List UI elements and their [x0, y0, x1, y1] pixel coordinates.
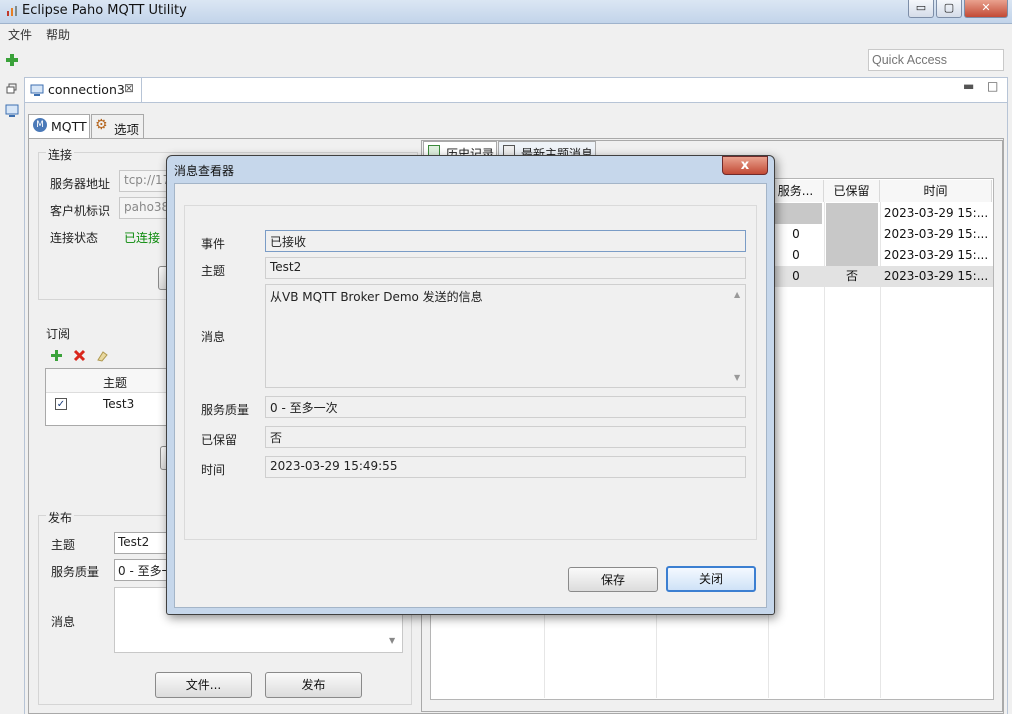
tab-mqtt[interactable]: M MQTT [28, 114, 90, 138]
publish-button[interactable]: 发布 [265, 672, 362, 698]
connection-group-title: 连接 [46, 146, 75, 163]
cell-retained [826, 245, 878, 266]
cell-retained [826, 224, 878, 245]
window-title: Eclipse Paho MQTT Utility [22, 3, 187, 18]
restore-icon[interactable] [4, 81, 20, 97]
event-label: 事件 [201, 237, 226, 251]
dialog-topic-field[interactable]: Test2 [265, 257, 746, 279]
cell-qos [770, 203, 822, 224]
gear-icon: ⚙ [95, 117, 108, 133]
dialog-message-field[interactable]: 从VB MQTT Broker Demo 发送的信息 [265, 284, 746, 388]
app-icon [7, 6, 17, 16]
minimize-button[interactable]: ▭ [908, 0, 934, 18]
close-icon: ✕ [981, 1, 991, 14]
file-button[interactable]: 文件... [155, 672, 252, 698]
dialog-retained-field[interactable]: 否 [265, 426, 746, 448]
dialog-qos-field[interactable]: 0 - 至多一次 [265, 396, 746, 418]
menu-bar [0, 24, 1012, 44]
event-field[interactable]: 已接收 [265, 230, 746, 252]
publish-message-label: 消息 [51, 615, 76, 629]
remove-subscription-icon[interactable] [73, 349, 86, 362]
subscription-header-topic: 主题 [103, 376, 128, 390]
cell-time: 2023-03-29 15:... [883, 206, 989, 220]
dialog-time-field[interactable]: 2023-03-29 15:49:55 [265, 456, 746, 478]
header-qos[interactable]: 服务... [768, 180, 824, 202]
cell-qos: 0 [792, 269, 800, 283]
cell-qos: 0 [792, 248, 800, 262]
menu-file[interactable]: 文件 [8, 26, 32, 43]
dialog-retained-label: 已保留 [201, 433, 238, 447]
connection-icon [30, 84, 44, 96]
cell-time: 2023-03-29 15:... [883, 248, 989, 262]
close-icon: x [740, 158, 750, 173]
header-time[interactable]: 时间 [880, 180, 992, 202]
tab-options[interactable]: ⚙ 选项 [91, 114, 144, 138]
dialog-qos-label: 服务质量 [201, 403, 250, 417]
scroll-down-icon[interactable]: ▼ [734, 373, 740, 382]
header-retained[interactable]: 已保留 [824, 180, 880, 202]
publish-topic-label: 主题 [51, 538, 76, 552]
minimize-icon: ▭ [915, 1, 927, 14]
publish-qos-select[interactable]: 0 - 至多一 [114, 559, 170, 581]
window-close-button[interactable]: ✕ [964, 0, 1008, 18]
quick-access-input[interactable] [868, 49, 1004, 71]
close-button[interactable]: 关闭 [666, 566, 756, 592]
status-label: 连接状态 [50, 231, 99, 245]
cell-retained [826, 203, 878, 224]
status-value: 已连接 [124, 231, 161, 245]
editor-maximize-icon[interactable]: □ [987, 79, 998, 93]
server-label: 服务器地址 [50, 177, 111, 191]
dialog-close-button[interactable]: x [722, 156, 768, 175]
dialog-title: 消息查看器 [174, 164, 235, 178]
add-subscription-icon[interactable] [50, 349, 63, 362]
tab-close-icon[interactable]: ⊠ [124, 81, 134, 95]
subscription-topic: Test3 [103, 397, 135, 411]
cell-time: 2023-03-29 15:... [883, 269, 989, 283]
publish-topic-field[interactable]: Test2 [114, 532, 170, 554]
cell-retained: 否 [845, 269, 858, 283]
menu-help[interactable]: 帮助 [46, 26, 70, 43]
maximize-button[interactable]: ▢ [936, 0, 962, 18]
scroll-down-icon[interactable]: ▼ [389, 636, 395, 645]
mqtt-icon: M [33, 118, 47, 132]
cell-qos: 0 [792, 227, 800, 241]
dialog-time-label: 时间 [201, 463, 226, 477]
connection-view-icon[interactable] [4, 103, 20, 119]
scroll-up-icon[interactable]: ▲ [734, 290, 740, 299]
tab-options-label: 选项 [114, 122, 140, 137]
clear-icon[interactable] [96, 349, 109, 362]
maximize-icon: ▢ [943, 1, 955, 14]
add-connection-icon[interactable] [5, 53, 19, 67]
tab-connection3[interactable]: connection3 ⊠ [24, 77, 142, 102]
publish-qos-label: 服务质量 [51, 565, 100, 579]
tab-mqtt-label: MQTT [51, 119, 87, 134]
subscription-checkbox[interactable]: ✓ [55, 398, 67, 410]
cell-time: 2023-03-29 15:... [883, 227, 989, 241]
dialog-topic-label: 主题 [201, 264, 226, 278]
tab-label: connection3 [48, 82, 125, 97]
editor-minimize-icon[interactable]: ▬ [963, 79, 974, 93]
subscription-group-title: 订阅 [46, 327, 71, 341]
client-id-label: 客户机标识 [50, 204, 111, 218]
dialog-message-label: 消息 [201, 330, 226, 344]
publish-group-title: 发布 [46, 509, 75, 526]
save-button[interactable]: 保存 [568, 567, 658, 592]
